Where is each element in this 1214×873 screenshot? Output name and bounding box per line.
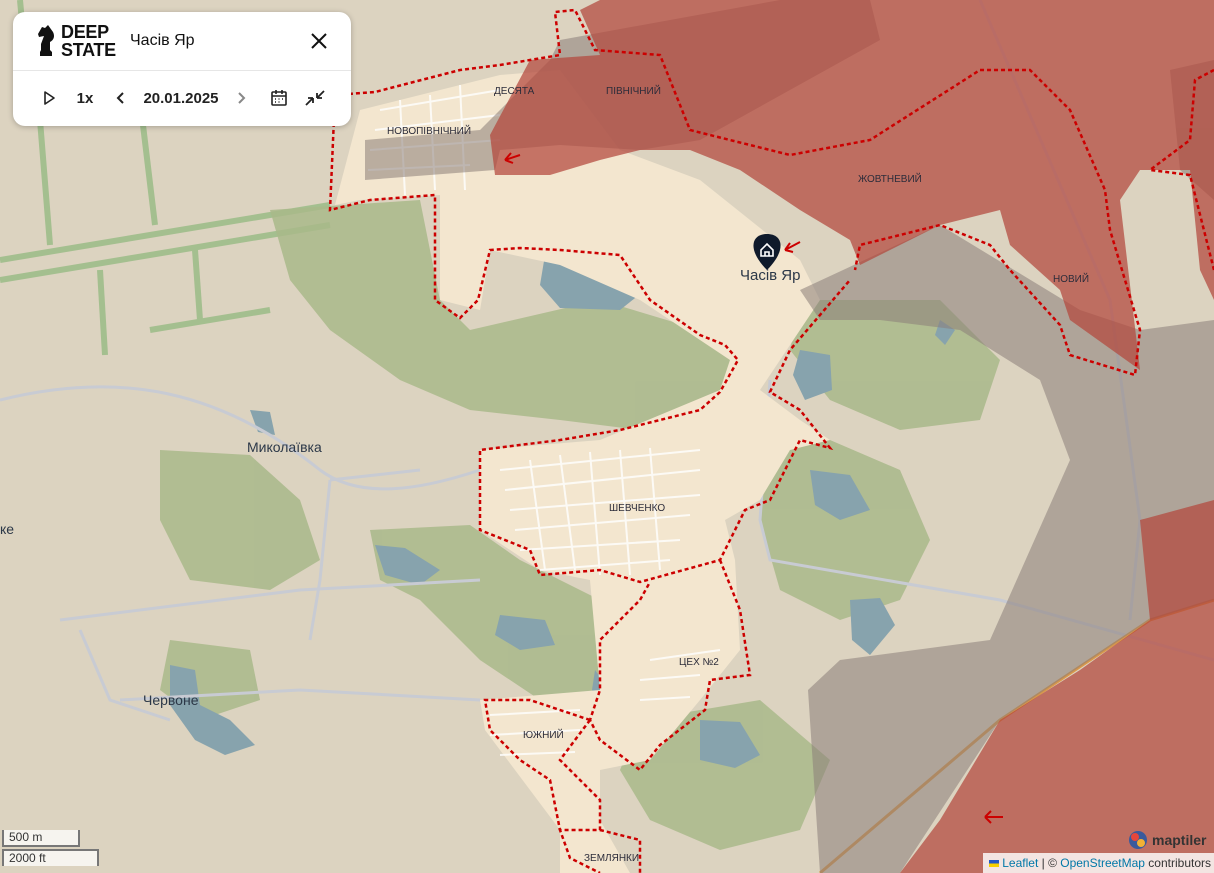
district-label-desiata: ДЕСЯТА xyxy=(494,86,535,97)
town-label-mykolaivka[interactable]: Миколаївка xyxy=(247,439,322,455)
calendar-icon xyxy=(271,90,287,106)
control-panel: DEEP STATE Часів Яр 1x 20.01.2025 xyxy=(13,12,351,126)
town-marker-label[interactable]: Часів Яр xyxy=(740,267,800,284)
town-label-chervone[interactable]: Червоне xyxy=(143,692,199,708)
close-button[interactable] xyxy=(305,29,333,53)
logo-line2: STATE xyxy=(61,40,116,60)
district-label-novopivnichnyi: НОВОПІВНІЧНИЙ xyxy=(387,126,472,137)
play-icon xyxy=(44,91,55,105)
scale-imperial: 2000 ft xyxy=(2,849,99,866)
chevron-left-icon xyxy=(116,92,124,104)
scale-metric: 500 m xyxy=(2,830,80,847)
logo-text: DEEP STATE xyxy=(61,23,116,59)
town-label-cut[interactable]: ке xyxy=(0,521,14,537)
speed-button[interactable]: 1x xyxy=(73,84,97,112)
attribution-contributors: contributors xyxy=(1144,856,1211,870)
date-display[interactable]: 20.01.2025 xyxy=(139,84,223,112)
calendar-button[interactable] xyxy=(267,84,291,112)
ukraine-flag-icon xyxy=(988,860,999,868)
district-label-zemlianky: ЗЕМЛЯНКИ xyxy=(584,853,640,864)
next-date-button[interactable] xyxy=(231,84,251,112)
logo-line1: DEEP xyxy=(61,22,109,42)
maptiler-logo-text: maptiler xyxy=(1152,832,1207,848)
prev-date-button[interactable] xyxy=(111,84,131,112)
chevron-right-icon xyxy=(238,92,246,104)
location-title: Часів Яр xyxy=(130,32,195,49)
collapse-arrows-icon xyxy=(305,90,325,106)
leaflet-link[interactable]: Leaflet xyxy=(1002,856,1038,870)
district-label-pivnichnyi: ПІВНІЧНИЙ xyxy=(606,86,661,97)
maptiler-logo-icon xyxy=(1129,831,1147,849)
district-label-shevchenko: ШЕВЧЕНКО xyxy=(609,503,666,514)
map-canvas[interactable] xyxy=(0,0,1214,873)
play-button[interactable] xyxy=(37,84,61,112)
district-label-tsekh2: ЦЕХ №2 xyxy=(679,657,719,668)
panel-header: DEEP STATE Часів Яр xyxy=(13,12,351,71)
deepstate-logo: DEEP STATE xyxy=(35,22,116,60)
close-icon xyxy=(311,33,327,49)
chess-knight-icon xyxy=(38,25,54,56)
district-label-zhovtnevyi: ЖОВТНЕВИЙ xyxy=(858,174,922,185)
attribution-separator: | © xyxy=(1038,856,1061,870)
district-label-novyi: НОВИЙ xyxy=(1053,274,1090,285)
district-label-yuzhnyi: ЮЖНИЙ xyxy=(523,730,564,741)
osm-link[interactable]: OpenStreetMap xyxy=(1060,856,1145,870)
attribution-bar: Leaflet | © OpenStreetMap contributors xyxy=(982,853,1214,873)
compare-button[interactable] xyxy=(303,84,327,112)
